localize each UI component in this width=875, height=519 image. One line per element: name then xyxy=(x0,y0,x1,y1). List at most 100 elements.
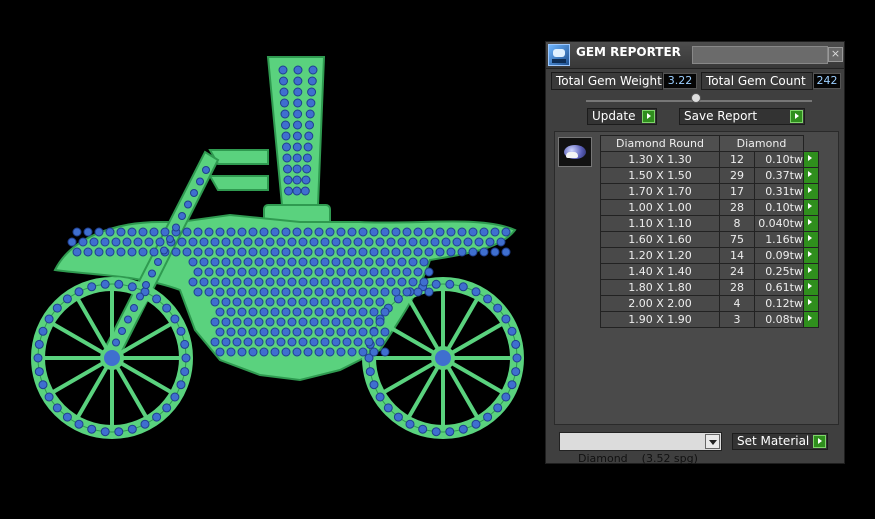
gem-stone xyxy=(501,314,511,324)
close-icon[interactable]: × xyxy=(828,47,843,62)
gem-stone xyxy=(331,277,341,287)
gem-stone xyxy=(293,98,303,108)
gem-stone xyxy=(270,307,280,317)
gem-stone xyxy=(94,227,104,237)
3d-viewport[interactable] xyxy=(0,0,545,515)
gem-stone xyxy=(402,247,412,257)
gem-stone xyxy=(237,307,247,317)
set-material-button[interactable]: Set Material xyxy=(732,433,828,450)
save-report-button[interactable]: Save Report xyxy=(679,108,805,125)
gem-stone xyxy=(342,237,352,247)
gem-size-cell: 1.20 X 1.20 xyxy=(600,247,720,264)
gem-stone xyxy=(386,257,396,267)
gem-size-cell: 1.50 X 1.50 xyxy=(600,167,720,184)
table-row[interactable]: 1.00 X 1.00 28 0.10tw xyxy=(600,199,819,216)
gem-stone xyxy=(369,347,379,357)
gem-weight-cell: 0.040tw xyxy=(754,215,804,232)
gem-stone xyxy=(309,277,319,287)
gem-stone xyxy=(199,237,209,247)
arrow-right-icon[interactable] xyxy=(803,231,819,248)
gem-stone xyxy=(306,98,316,108)
gem-stone xyxy=(369,307,379,317)
table-row[interactable]: 1.30 X 1.30 12 0.10tw xyxy=(600,151,819,168)
gem-stone xyxy=(353,297,363,307)
table-row[interactable]: 1.50 X 1.50 29 0.37tw xyxy=(600,167,819,184)
gem-stone xyxy=(193,247,203,257)
gem-stone xyxy=(380,307,390,317)
gem-stone xyxy=(270,327,280,337)
gem-stone xyxy=(111,237,121,247)
gem-stone xyxy=(347,307,357,317)
gem-stone xyxy=(457,227,467,237)
gem-stone xyxy=(254,297,264,307)
gem-stone xyxy=(309,337,319,347)
gem-stone xyxy=(293,65,303,75)
gem-stone xyxy=(254,337,264,347)
gem-weight-cell: 1.16tw xyxy=(754,231,804,248)
gem-stone xyxy=(215,347,225,357)
slider-handle[interactable] xyxy=(691,93,701,103)
gem-stone xyxy=(445,279,455,289)
gem-stone xyxy=(259,307,269,317)
gem-stone xyxy=(358,287,368,297)
table-row[interactable]: 1.90 X 1.90 3 0.08tw xyxy=(600,311,819,328)
gem-stone xyxy=(305,120,314,130)
gem-stone xyxy=(493,303,503,313)
gem-stone xyxy=(369,380,379,390)
arrow-right-icon[interactable] xyxy=(803,183,819,200)
gem-stone xyxy=(276,237,286,247)
gem-stone xyxy=(320,297,330,307)
gem-stone xyxy=(177,237,187,247)
table-row[interactable]: 1.20 X 1.20 14 0.09tw xyxy=(600,247,819,264)
arrow-right-icon[interactable] xyxy=(803,247,819,264)
arrow-right-icon[interactable] xyxy=(803,199,819,216)
total-gem-weight-value: 3.22 xyxy=(663,73,697,89)
gem-stone xyxy=(259,327,269,337)
arrow-right-icon[interactable] xyxy=(803,295,819,312)
gem-stone xyxy=(127,282,137,292)
title-bar[interactable]: GEM REPORTER × xyxy=(546,42,844,69)
gem-stone xyxy=(365,367,375,377)
table-row[interactable]: 1.40 X 1.40 24 0.25tw xyxy=(600,263,819,280)
arrow-right-icon[interactable] xyxy=(803,311,819,328)
gem-stone xyxy=(248,267,258,277)
arrow-right-icon[interactable] xyxy=(803,279,819,296)
gem-stone xyxy=(122,237,132,247)
gem-stone xyxy=(202,166,210,174)
gem-count-cell: 8 xyxy=(719,215,755,232)
gem-stone xyxy=(292,347,302,357)
gem-stone xyxy=(375,237,385,247)
gem-stone xyxy=(303,287,313,297)
gem-stone xyxy=(276,257,286,267)
gem-stone xyxy=(112,338,120,347)
arrow-right-icon[interactable] xyxy=(803,151,819,168)
gem-stone xyxy=(292,186,302,196)
gem-stone xyxy=(353,337,363,347)
arrow-right-icon[interactable] xyxy=(803,215,819,232)
material-select[interactable]: Diamond (3.52 spg) xyxy=(559,432,722,465)
app-icon xyxy=(548,44,570,66)
gem-stone xyxy=(336,247,346,257)
gem-thumbnail-icon[interactable] xyxy=(558,137,592,167)
gem-size-cell: 2.00 X 2.00 xyxy=(600,295,720,312)
update-button[interactable]: Update xyxy=(587,108,657,125)
table-row[interactable]: 2.00 X 2.00 4 0.12tw xyxy=(600,295,819,312)
gem-stone xyxy=(325,327,335,337)
gem-stone xyxy=(265,237,275,247)
gem-stone xyxy=(347,247,357,257)
gem-stone xyxy=(282,142,291,152)
table-row[interactable]: 1.60 X 1.60 75 1.16tw xyxy=(600,231,819,248)
gem-stone xyxy=(182,227,192,237)
gem-stone xyxy=(232,277,242,287)
gem-stone xyxy=(243,317,253,327)
gem-stone xyxy=(74,419,84,429)
table-row[interactable]: 1.70 X 1.70 17 0.31tw xyxy=(600,183,819,200)
table-row[interactable]: 1.80 X 1.80 28 0.61tw xyxy=(600,279,819,296)
gem-stone xyxy=(124,315,132,324)
arrow-right-icon[interactable] xyxy=(803,263,819,280)
gem-stone xyxy=(154,258,162,266)
table-row[interactable]: 1.10 X 1.10 8 0.040tw xyxy=(600,215,819,232)
arrow-right-icon[interactable] xyxy=(803,167,819,184)
gem-stone xyxy=(424,247,434,257)
dropdown-icon[interactable] xyxy=(705,434,720,449)
